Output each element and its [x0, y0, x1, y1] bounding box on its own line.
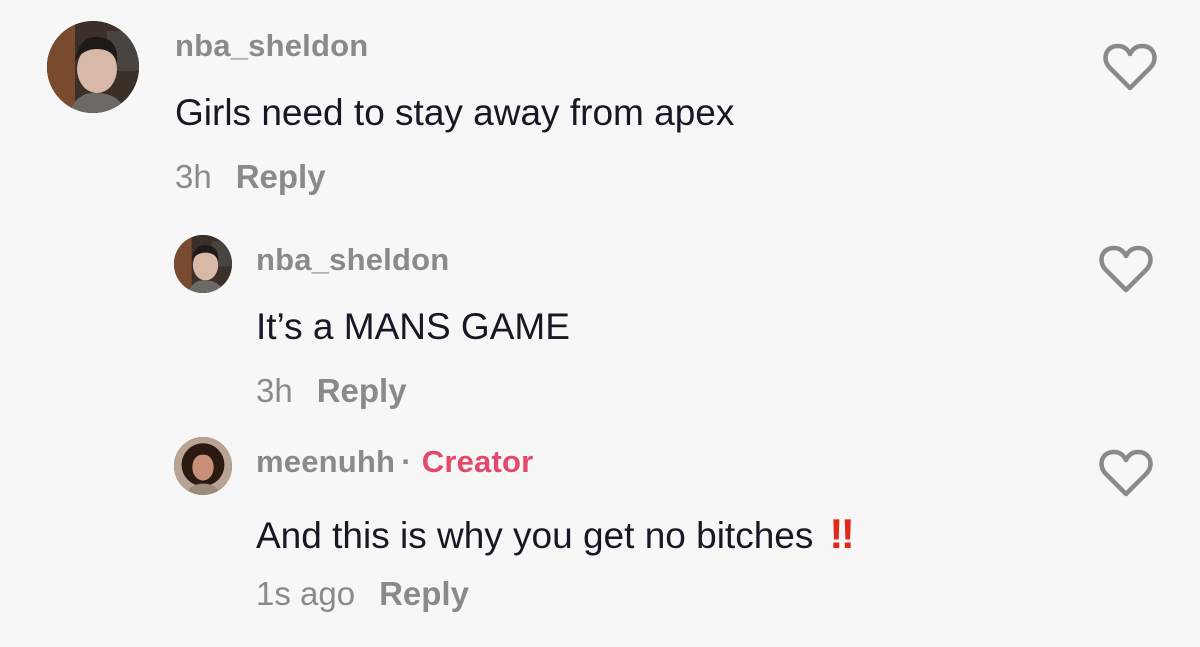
- comment-meta: 1s ago Reply: [256, 575, 469, 613]
- reply-button[interactable]: Reply: [317, 372, 407, 409]
- comment-username[interactable]: nba_sheldon: [175, 28, 368, 64]
- creator-badge: Creator: [421, 444, 534, 479]
- comment-username[interactable]: meenuhh: [256, 444, 395, 479]
- heart-outline-icon: [1099, 245, 1153, 293]
- avatar[interactable]: [174, 437, 232, 495]
- heart-outline-icon: [1099, 449, 1153, 497]
- comment-timestamp: 3h: [256, 372, 293, 409]
- comment-username[interactable]: nba_sheldon: [256, 242, 449, 278]
- comment-timestamp: 1s ago: [256, 575, 356, 612]
- heart-outline-icon: [1103, 43, 1157, 91]
- comment-timestamp: 3h: [175, 158, 212, 195]
- comment-text-row: And this is why you get no bitches ‼: [256, 510, 855, 558]
- separator-dot: ·: [401, 444, 412, 479]
- like-button[interactable]: [1102, 42, 1158, 92]
- comment-meta: 3h Reply: [175, 158, 326, 196]
- comment-text: It’s a MANS GAME: [256, 306, 570, 347]
- user-avatar-photo: [174, 235, 232, 293]
- user-avatar-photo: [47, 21, 139, 113]
- comment-username-row: meenuhh · Creator: [256, 444, 533, 480]
- reply-button[interactable]: Reply: [236, 158, 326, 195]
- avatar[interactable]: [47, 21, 139, 113]
- like-button[interactable]: [1098, 448, 1154, 498]
- reply-button[interactable]: Reply: [379, 575, 469, 612]
- user-avatar-photo: [174, 437, 232, 495]
- like-button[interactable]: [1098, 244, 1154, 294]
- double-exclamation-emoji: ‼: [829, 510, 854, 557]
- avatar[interactable]: [174, 235, 232, 293]
- comment-text: And this is why you get no bitches: [256, 515, 814, 556]
- comment-meta: 3h Reply: [256, 372, 407, 410]
- comment-text: Girls need to stay away from apex: [175, 92, 735, 133]
